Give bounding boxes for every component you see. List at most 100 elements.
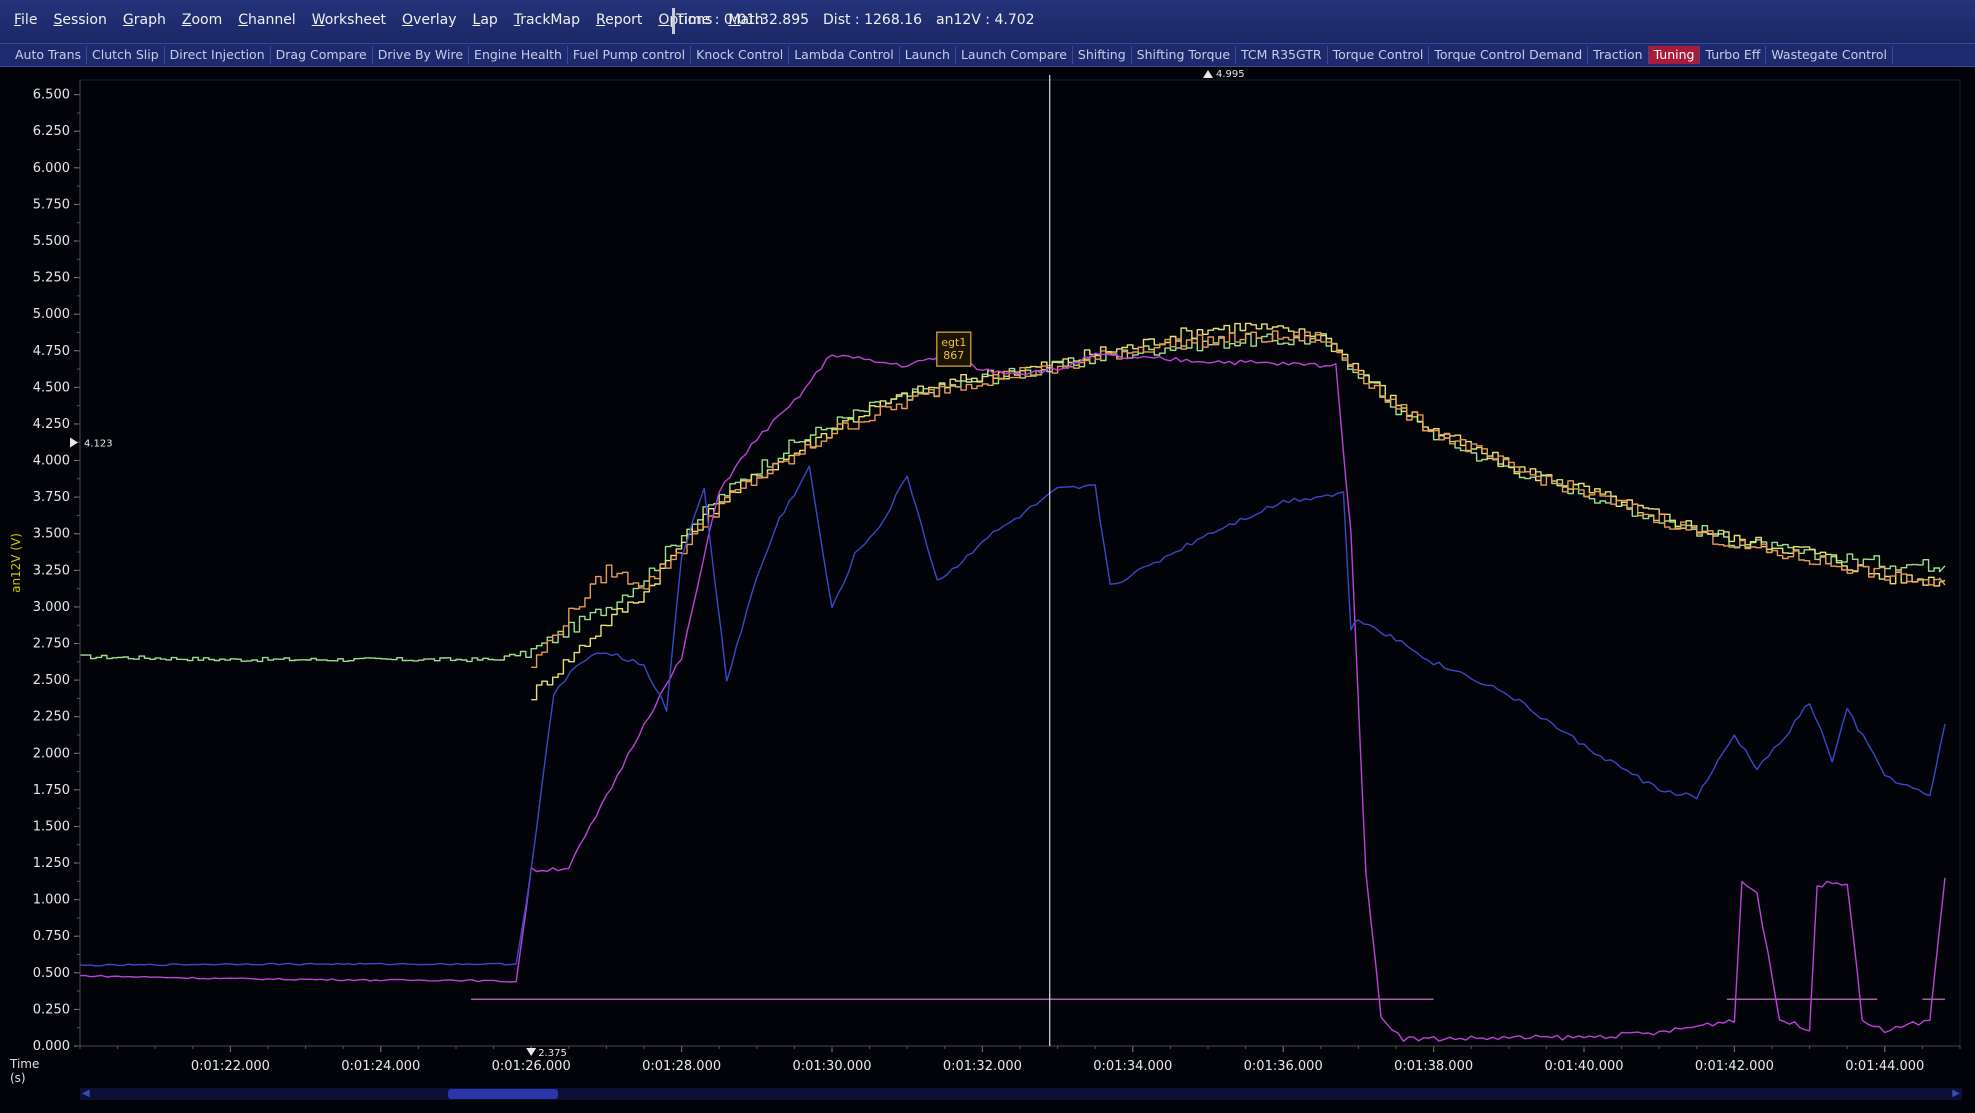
y-tick-label: 0.500 [33,966,70,981]
top-marker-label: 4.995 [1216,69,1245,80]
y-tick-label: 5.750 [33,197,70,212]
series-line-3 [531,330,1946,668]
x-axis-title: Time (s) [10,1057,39,1085]
x-tick-label: 0:01:44.000 [1845,1059,1924,1074]
y-tick-label: 4.250 [33,417,70,432]
tab-torque-control[interactable]: Torque Control [1328,46,1430,64]
tab-traction[interactable]: Traction [1588,46,1649,64]
graph-panel[interactable]: 0.000 0.250 0.500 0.750 1.000 1.250 1.500 1.750… [0,67,1975,1113]
x-axis-title-line1: Time [10,1057,40,1071]
y-tick-label: 3.250 [33,563,70,578]
y-tick-label: 1.000 [33,893,70,908]
menu-lap[interactable]: Lap [465,12,506,28]
y-tick-label: 4.000 [33,454,70,469]
y-tick-label: 5.500 [33,234,70,249]
left-marker-icon[interactable] [70,437,78,448]
y-tick-label: 0.750 [33,929,70,944]
y-tick-label: 6.250 [33,124,70,139]
x-tick-label: 0:01:40.000 [1544,1059,1623,1074]
worksheet-tab-bar: Auto Trans Clutch Slip Direct Injection Dra… [0,44,1975,67]
tab-launch[interactable]: Launch [900,46,956,64]
x-axis-title-line2: (s) [10,1071,26,1085]
tooltip-value: 867 [943,349,964,362]
tab-auto-trans[interactable]: Auto Trans [10,46,88,64]
tab-direct-injection[interactable]: Direct Injection [165,46,271,64]
x-tick-label: 0:01:22.000 [191,1059,270,1074]
x-tick-label: 0:01:42.000 [1695,1059,1774,1074]
menu-report[interactable]: Report [588,12,650,28]
menu-channel[interactable]: Channel [230,12,303,28]
tab-knock-control[interactable]: Knock Control [691,46,790,64]
tooltip-channel: egt1 [941,336,966,349]
time-series-chart[interactable]: 0.000 0.250 0.500 0.750 1.000 1.250 1.500 1.750… [0,67,1975,1113]
bottom-marker-icon[interactable] [526,1048,537,1056]
y-tick-label: 1.500 [33,819,70,834]
y-tick-label: 5.250 [33,271,70,286]
y-tick-label: 2.500 [33,673,70,688]
status-separator [672,8,675,34]
y-tick-label: 6.000 [33,161,70,176]
series-line-4 [80,352,1946,1042]
status-readout: Time : 0:01:32.895 Dist : 1268.16 an12V … [676,12,1035,28]
series-line-5 [79,465,1946,967]
status-channel: an12V : 4.702 [936,12,1035,28]
menu-worksheet[interactable]: Worksheet [304,12,394,28]
y-tick-label: 2.750 [33,637,70,652]
x-tick-label: 0:01:34.000 [1093,1059,1172,1074]
y-tick-label: 4.750 [33,344,70,359]
tab-tcm-r35gtr[interactable]: TCM R35GTR [1236,46,1328,64]
y-tick-label: 0.250 [33,1002,70,1017]
menu-session[interactable]: Session [45,12,114,28]
series-line-2 [531,322,1946,701]
x-tick-label: 0:01:32.000 [943,1059,1022,1074]
scroll-left-icon[interactable]: ◀ [82,1088,90,1100]
y-tick-label: 2.250 [33,710,70,725]
x-tick-label: 0:01:26.000 [492,1059,571,1074]
tab-clutch-slip[interactable]: Clutch Slip [87,46,165,64]
y-tick-label: 0.000 [33,1039,70,1054]
tab-shifting[interactable]: Shifting [1073,46,1132,64]
x-tick-label: 0:01:28.000 [642,1059,721,1074]
tab-drive-by-wire[interactable]: Drive By Wire [373,46,470,64]
tab-engine-health[interactable]: Engine Health [469,46,568,64]
tab-torque-control-demand[interactable]: Torque Control Demand [1429,46,1589,64]
y-tick-label: 3.750 [33,490,70,505]
menu-zoom[interactable]: Zoom [174,12,230,28]
tab-shifting-torque[interactable]: Shifting Torque [1132,46,1237,64]
x-tick-label: 0:01:38.000 [1394,1059,1473,1074]
menu-list: File Session Graph Zoom Channel Worksheet Over… [6,12,771,28]
tab-launch-compare[interactable]: Launch Compare [956,46,1073,64]
menu-graph[interactable]: Graph [115,12,174,28]
x-tick-label: 0:01:36.000 [1244,1059,1323,1074]
top-marker-icon[interactable] [1203,70,1213,78]
status-time: Time : 0:01:32.895 [676,12,810,28]
status-dist: Dist : 1268.16 [823,12,922,28]
menu-trackmap[interactable]: TrackMap [506,12,588,28]
menu-overlay[interactable]: Overlay [394,12,464,28]
y-tick-label: 2.000 [33,746,70,761]
tab-drag-compare[interactable]: Drag Compare [271,46,373,64]
menu-file[interactable]: File [6,12,45,28]
x-tick-label: 0:01:30.000 [792,1059,871,1074]
tab-lambda-control[interactable]: Lambda Control [789,46,900,64]
series-line-1 [80,333,1946,663]
tab-fuel-pump-control[interactable]: Fuel Pump control [568,46,692,64]
y-tick-label: 3.500 [33,527,70,542]
y-tick-label: 5.000 [33,307,70,322]
left-marker-label: 4.123 [84,439,113,450]
tab-tuning[interactable]: Tuning [1648,46,1701,64]
menu-bar: File Session Graph Zoom Channel Worksheet Over… [0,0,1975,44]
horizontal-scrollbar[interactable]: ◀ ▶ [80,1088,1962,1100]
scroll-right-icon[interactable]: ▶ [1952,1088,1960,1100]
y-tick-label: 4.500 [33,380,70,395]
tab-wastegate-control[interactable]: Wastegate Control [1766,46,1894,64]
tab-turbo-eff[interactable]: Turbo Eff [1700,46,1767,64]
y-tick-label: 1.750 [33,783,70,798]
y-tick-label: 1.250 [33,856,70,871]
x-tick-label: 0:01:24.000 [341,1059,420,1074]
plot-area [79,79,1961,1047]
y-tick-label: 3.000 [33,600,70,615]
bottom-marker-label: 2.375 [538,1048,567,1059]
scroll-thumb[interactable] [448,1089,558,1099]
y-axis-title: an12V (V) [9,533,23,593]
